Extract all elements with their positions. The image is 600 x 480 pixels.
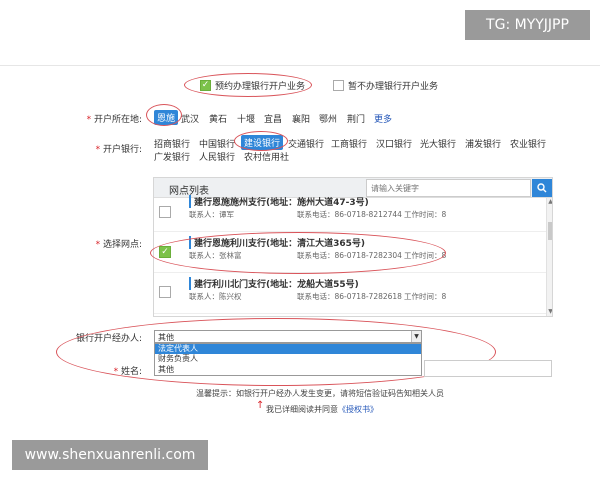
agent-option-finance[interactable]: 财务负责人	[155, 354, 421, 364]
bank-option[interactable]: 工商银行	[331, 137, 367, 150]
branch-list-panel: 网点列表 建行恩施施州支行(地址：施州大道47-3号) 联系人：谭军 联系电话：…	[153, 177, 553, 317]
branch-hours: 工作时间：8	[404, 251, 447, 260]
branch-item[interactable]: 建行利川北门支行(地址：龙船大道55号) 联系人：陈兴权 联系电话：86-071…	[154, 274, 546, 314]
watermark-bottom: www.shenxuanrenli.com	[12, 440, 208, 470]
arrow-up-icon: ↑	[256, 400, 265, 411]
chevron-down-icon[interactable]: ▼	[411, 331, 421, 342]
branch-phone: 联系电话：86-0718-8212744	[297, 210, 402, 219]
branch-list-scrollbar[interactable]: ▲ ▼	[546, 198, 552, 316]
scroll-thumb[interactable]	[548, 222, 552, 240]
checkbox-checked-icon[interactable]: ✓	[200, 80, 211, 91]
bank-option[interactable]: 人民银行	[199, 150, 235, 163]
choice-yes-label: 预约办理银行开户业务	[215, 82, 306, 92]
branch-name: 建行恩施施州支行(地址：施州大道47-3号)	[189, 195, 369, 208]
scroll-down-icon[interactable]: ▼	[547, 308, 552, 316]
branch-contact: 联系人：张林富	[189, 251, 242, 260]
scroll-up-icon[interactable]: ▲	[547, 198, 552, 206]
agent-option-legal-rep[interactable]: 法定代表人	[155, 344, 421, 355]
bank-option[interactable]: 中国银行	[199, 137, 235, 150]
branch-hours: 工作时间：8	[404, 292, 447, 301]
branch-name: 建行恩施利川支行(地址：清江大道365号)	[189, 236, 365, 249]
location-option-enshi[interactable]: 恩施	[154, 110, 179, 125]
location-option[interactable]: 荆门	[347, 112, 365, 125]
watermark-top: TG: MYYJJPP	[465, 10, 590, 40]
location-option[interactable]: 十堰	[237, 112, 255, 125]
location-option[interactable]: 黄石	[209, 112, 227, 125]
location-option[interactable]: 鄂州	[319, 112, 337, 125]
agent-option-other[interactable]: 其他	[155, 365, 421, 375]
bank-label: * 开户银行:	[95, 145, 142, 155]
choice-no-label: 暂不办理银行开户业务	[348, 82, 439, 92]
location-label: * 开户所在地:	[86, 115, 142, 125]
checkbox-checked-icon[interactable]: ✓	[159, 246, 171, 258]
branch-hours: 工作时间：8	[404, 210, 447, 219]
agent-label: 银行开户经办人:	[75, 334, 142, 344]
bank-option[interactable]: 交通银行	[288, 137, 324, 150]
bank-option[interactable]: 农村信用社	[244, 150, 289, 163]
bank-option[interactable]: 光大银行	[420, 137, 456, 150]
name-input[interactable]	[424, 360, 552, 377]
agent-select-value: 其他	[158, 333, 174, 342]
bank-option[interactable]: 汉口银行	[376, 137, 412, 150]
branch-contact: 联系人：谭军	[189, 210, 234, 219]
location-option[interactable]: 襄阳	[292, 112, 310, 125]
bank-option[interactable]: 广发银行	[154, 150, 190, 163]
location-option[interactable]: 武汉	[181, 112, 199, 125]
branch-item[interactable]: ✓ 建行恩施利川支行(地址：清江大道365号) 联系人：张林富 联系电话：86-…	[154, 233, 546, 273]
agent-select[interactable]: 其他 ▼	[154, 330, 422, 343]
branch-phone: 联系电话：86-0718-7282618	[297, 292, 402, 301]
bank-option[interactable]: 农业银行	[510, 137, 546, 150]
branch-contact: 联系人：陈兴权	[189, 292, 242, 301]
agreement-text: 我已详细阅读并同意《授权书》	[266, 405, 378, 414]
branch-phone: 联系电话：86-0718-7282304	[297, 251, 402, 260]
authorization-link[interactable]: 《授权书》	[338, 405, 378, 414]
branch-label: * 选择网点:	[95, 240, 142, 250]
choice-yes[interactable]: ✓ 预约办理银行开户业务	[200, 79, 305, 92]
location-option[interactable]: 宜昌	[264, 112, 282, 125]
bank-option-ccb[interactable]: 建设银行	[241, 135, 284, 150]
divider	[0, 65, 600, 66]
bank-option[interactable]: 招商银行	[154, 137, 190, 150]
location-more-link[interactable]: 更多	[374, 112, 392, 125]
choice-no[interactable]: 暂不办理银行开户业务	[333, 79, 438, 92]
branch-name: 建行利川北门支行(地址：龙船大道55号)	[189, 277, 359, 290]
agent-dropdown: 法定代表人 财务负责人 其他	[154, 343, 422, 376]
branch-item[interactable]: 建行恩施施州支行(地址：施州大道47-3号) 联系人：谭军 联系电话：86-07…	[154, 192, 546, 232]
bank-option[interactable]: 浦发银行	[465, 137, 501, 150]
tip-text: 温馨提示：如银行开户经办人发生变更，请将短信验证码告知相关人员	[196, 389, 444, 398]
name-label: * 姓名:	[113, 367, 142, 377]
checkbox-empty-icon[interactable]	[333, 80, 344, 91]
checkbox-empty-icon[interactable]	[159, 286, 171, 298]
checkbox-empty-icon[interactable]	[159, 206, 171, 218]
